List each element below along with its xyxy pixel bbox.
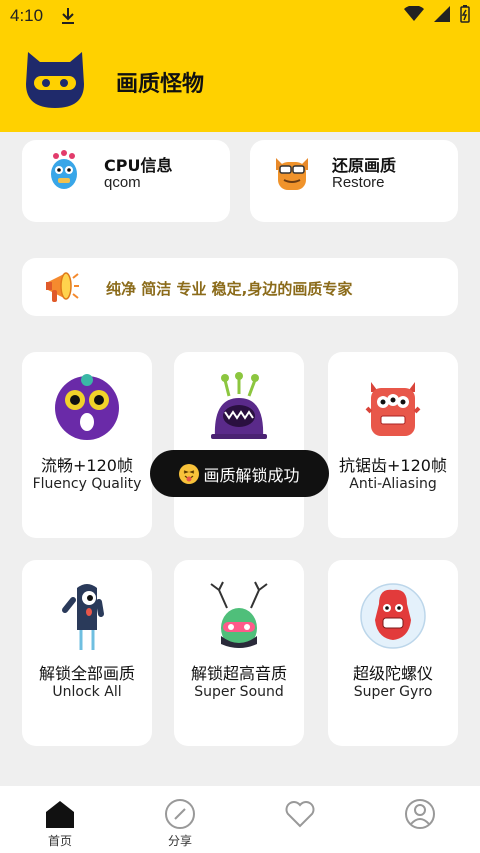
- anti-aliasing-title: 抗锯齿+120帧: [339, 456, 447, 475]
- anti-aliasing-card[interactable]: 抗锯齿+120帧 Anti-Aliasing: [328, 352, 458, 538]
- nav-home[interactable]: 首页: [20, 786, 100, 853]
- toast-text: 画质解锁成功: [203, 465, 300, 485]
- nav-profile[interactable]: [380, 786, 460, 853]
- tongue-emoji-icon: [179, 463, 200, 484]
- super-gyro-card[interactable]: 超级陀螺仪 Super Gyro: [328, 560, 458, 746]
- restore-quality-card[interactable]: 还原画质 Restore: [250, 140, 458, 222]
- bubble-monster-icon: [353, 580, 433, 650]
- cpu-info-value: qcom: [104, 174, 141, 191]
- compass-icon: [164, 798, 196, 830]
- status-bar: 4:10: [0, 0, 480, 32]
- download-icon: [61, 7, 75, 25]
- success-toast: 画质解锁成功: [150, 450, 329, 497]
- fluency-quality-title: 流畅+120帧: [41, 456, 133, 475]
- heart-icon: [284, 798, 316, 830]
- app-title: 画质怪物: [116, 72, 205, 97]
- app-header: 画质怪物: [0, 32, 480, 132]
- super-sound-card[interactable]: 解锁超高音质 Super Sound: [174, 560, 304, 746]
- cyclops-monster-icon: [47, 580, 127, 650]
- restore-quality-subtitle: Restore: [332, 174, 385, 191]
- nav-share[interactable]: 分享: [140, 786, 220, 853]
- battery-icon: [460, 5, 470, 27]
- anti-aliasing-subtitle: Anti-Aliasing: [349, 476, 437, 492]
- super-sound-subtitle: Super Sound: [194, 684, 284, 700]
- fluency-quality-subtitle: Fluency Quality: [32, 476, 142, 492]
- alien-monster-icon: [199, 372, 279, 442]
- super-gyro-title: 超级陀螺仪: [352, 664, 433, 683]
- nav-share-label: 分享: [167, 834, 192, 848]
- unlock-all-title: 解锁全部画质: [38, 664, 135, 683]
- nav-favorites[interactable]: [260, 786, 340, 853]
- antler-monster-icon: [199, 580, 279, 650]
- monster-logo-icon: [20, 44, 90, 114]
- home-icon: [44, 798, 76, 830]
- nav-home-label: 首页: [47, 834, 72, 848]
- fluency-quality-card[interactable]: 流畅+120帧 Fluency Quality: [22, 352, 152, 538]
- unlock-all-subtitle: Unlock All: [52, 684, 122, 700]
- signal-icon: [434, 6, 450, 26]
- status-time: 4:10: [10, 6, 44, 25]
- restore-monster-icon: [272, 150, 312, 194]
- slogan-text: 纯净 简洁 专业 稳定,身边的画质专家: [106, 280, 353, 298]
- user-icon: [404, 798, 436, 830]
- wifi-icon: [404, 5, 424, 26]
- megaphone-icon: [44, 268, 80, 306]
- bottom-navigation: 首页 分享: [0, 786, 480, 853]
- super-sound-title: 解锁超高音质: [190, 664, 287, 683]
- cpu-info-title: CPU信息: [104, 156, 173, 175]
- cpu-info-card[interactable]: CPU信息 qcom: [22, 140, 230, 222]
- purple-monster-icon: [47, 372, 127, 442]
- restore-quality-title: 还原画质: [332, 156, 397, 175]
- red-monster-icon: [353, 372, 433, 442]
- slogan-banner: 纯净 简洁 专业 稳定,身边的画质专家: [22, 258, 458, 316]
- alien-monster-card[interactable]: [174, 352, 304, 538]
- super-gyro-subtitle: Super Gyro: [353, 684, 433, 700]
- cpu-monster-icon: [44, 150, 84, 194]
- unlock-all-card[interactable]: 解锁全部画质 Unlock All: [22, 560, 152, 746]
